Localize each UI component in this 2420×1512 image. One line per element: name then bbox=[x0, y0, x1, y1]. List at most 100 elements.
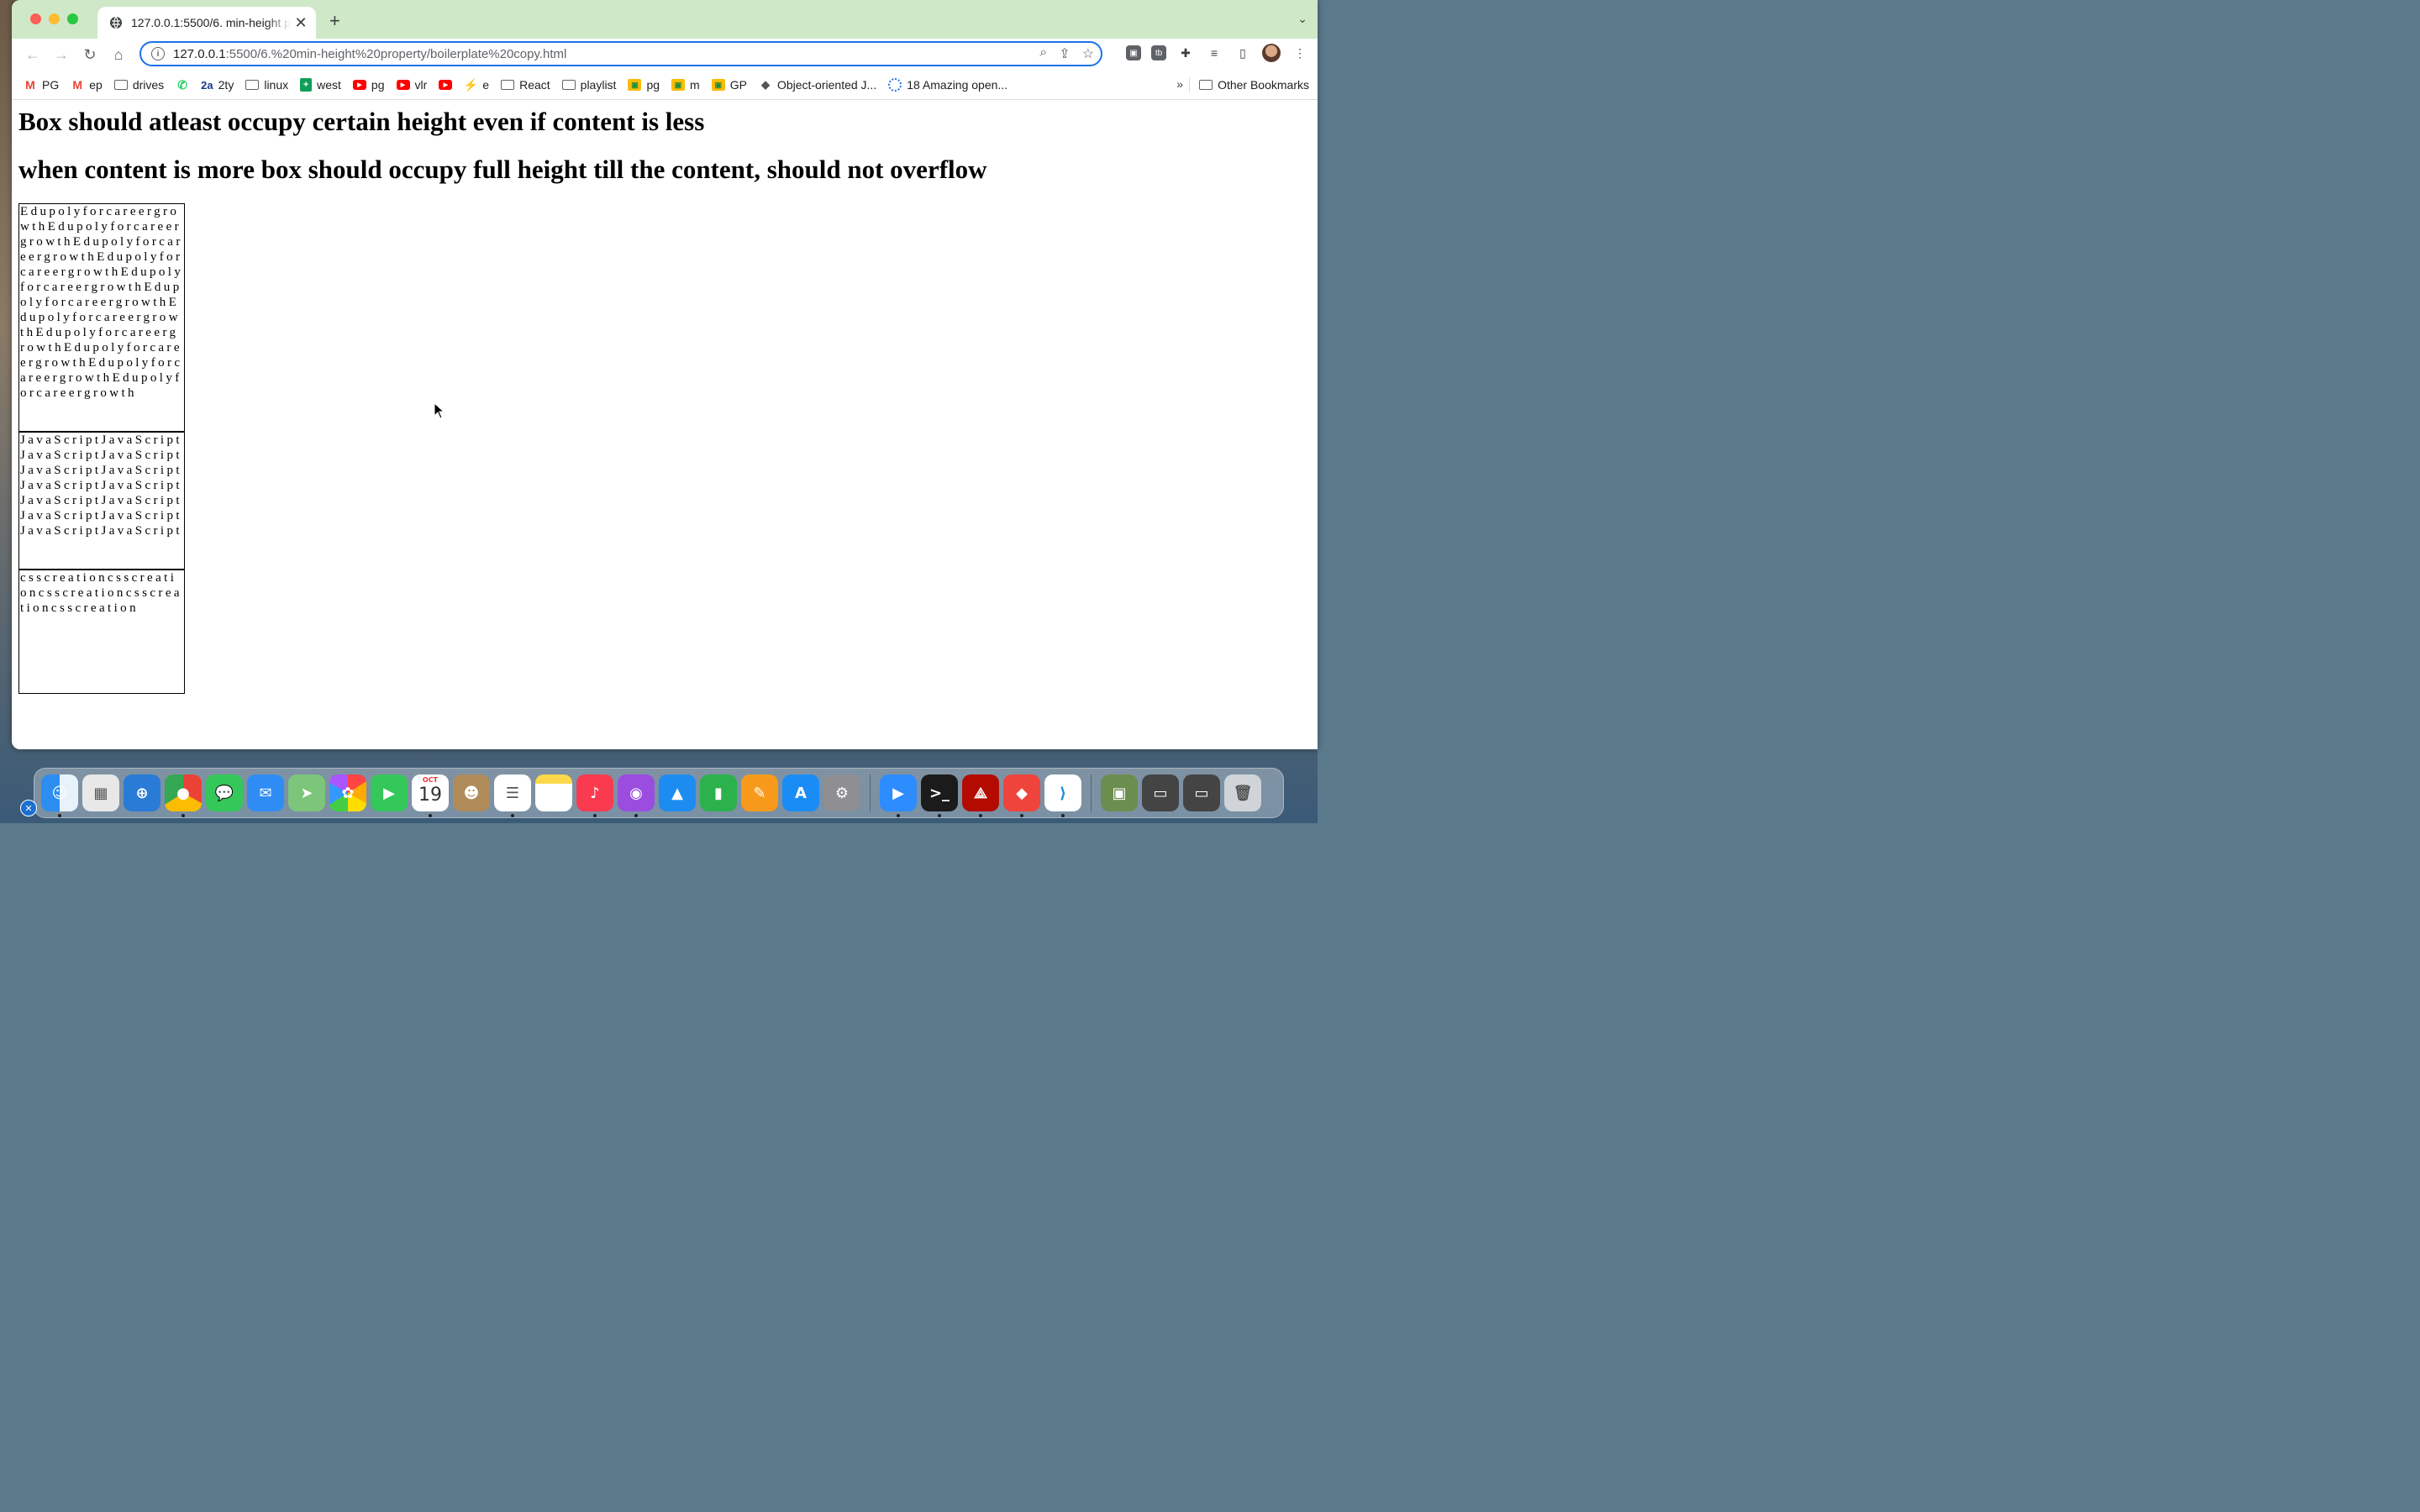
bookmark-star-icon[interactable]: ☆ bbox=[1082, 45, 1094, 62]
reload-icon[interactable]: ↻ bbox=[76, 41, 104, 68]
new-tab-button[interactable]: + bbox=[329, 10, 340, 32]
bookmark-label: React bbox=[519, 78, 550, 92]
screenshot-icon[interactable]: ▭ bbox=[1183, 774, 1220, 811]
home-icon[interactable]: ⌂ bbox=[104, 41, 133, 68]
bookmark-label: PG bbox=[42, 78, 60, 92]
tab-title: 127.0.0.1:5500/6. min-height p bbox=[131, 16, 291, 29]
profile-avatar[interactable] bbox=[1262, 44, 1281, 62]
bookmark-item[interactable]: ◆ Object-oriented J... bbox=[759, 78, 876, 92]
messages-icon[interactable]: 💬 bbox=[206, 774, 243, 811]
bookmark-item[interactable]: ▶ vlr bbox=[396, 78, 428, 92]
image-thumbnail-icon[interactable]: ▣ bbox=[1101, 774, 1138, 811]
url-host: 127.0.0.1 bbox=[173, 46, 226, 61]
extension-tb-icon[interactable]: tb bbox=[1151, 45, 1166, 60]
tab-strip: 127.0.0.1:5500/6. min-height p ✕ + ⌄ bbox=[12, 0, 1318, 39]
chrome-icon[interactable]: ● bbox=[165, 774, 202, 817]
media-controls-icon[interactable]: ≡ bbox=[1205, 44, 1223, 62]
music-icon[interactable]: ♪ bbox=[576, 774, 613, 817]
bookmark-item[interactable]: Mep bbox=[71, 78, 102, 92]
running-indicator bbox=[1061, 814, 1065, 817]
bookmarks-list: M PG Mep drives ✆ 2a 2ty linux + west ▶ pg ▶ vlr ▶ ⚡ e Re… bbox=[12, 78, 1007, 92]
photos-icon[interactable]: ✿ bbox=[329, 774, 366, 811]
bookmark-item[interactable]: ▣ pg bbox=[628, 78, 660, 92]
window-maximize-button[interactable] bbox=[67, 13, 78, 24]
bookmark-item[interactable]: ▶ bbox=[439, 80, 453, 90]
safari-icon[interactable]: ⊕ bbox=[124, 774, 160, 811]
side-panel-icon[interactable]: ▯ bbox=[1234, 44, 1252, 62]
app-store-icon[interactable]: A bbox=[782, 774, 819, 811]
gmail-icon: M bbox=[25, 78, 35, 92]
bookmark-item[interactable]: ▣ GP bbox=[711, 78, 747, 92]
corner-close-icon[interactable]: ✕ bbox=[20, 800, 37, 816]
bookmark-item[interactable]: ⚡ e bbox=[463, 77, 490, 92]
bookmarks-overflow-icon[interactable]: » bbox=[1176, 77, 1183, 91]
terminal-icon[interactable]: >_ bbox=[921, 774, 958, 817]
facetime-icon[interactable]: ▶ bbox=[371, 774, 408, 811]
running-indicator bbox=[979, 814, 982, 817]
tab-close-icon[interactable]: ✕ bbox=[291, 14, 311, 32]
podcasts-icon[interactable]: ◉ bbox=[618, 774, 655, 817]
classroom-icon: ▣ bbox=[628, 79, 642, 91]
window-close-button[interactable] bbox=[30, 13, 41, 24]
screenshot-icon[interactable]: ▭ bbox=[1142, 774, 1179, 811]
address-bar[interactable]: i 127.0.0.1:5500/6.%20min-height%20prope… bbox=[139, 41, 1102, 66]
bookmark-item[interactable]: M PG bbox=[24, 78, 59, 92]
extensions-area: ▣ tb ✚ ≡ ▯ ⋮ bbox=[1126, 44, 1309, 62]
more-menu-icon[interactable]: ⋮ bbox=[1291, 44, 1309, 62]
launchpad-icon[interactable]: ▦ bbox=[82, 774, 119, 811]
forward-arrow-icon[interactable]: → bbox=[47, 41, 76, 68]
bookmark-item[interactable]: playlist bbox=[561, 78, 616, 92]
gmail-icon: M bbox=[72, 78, 83, 92]
bookmark-item[interactable]: React bbox=[501, 78, 550, 92]
youtube-icon: ▶ bbox=[352, 80, 366, 90]
zoom-icon[interactable]: ▶ bbox=[880, 774, 917, 817]
bookmark-item[interactable]: ▶ pg bbox=[352, 78, 385, 92]
mail-icon[interactable]: ✉ bbox=[247, 774, 284, 811]
bookmark-item[interactable]: 18 Amazing open... bbox=[888, 78, 1007, 92]
2a-icon: 2a bbox=[201, 78, 213, 92]
tab-search-chevron-icon[interactable]: ⌄ bbox=[1297, 12, 1307, 26]
anydesk-icon[interactable]: ◆ bbox=[1003, 774, 1040, 817]
folder-icon bbox=[1199, 80, 1213, 90]
bolt-icon: ⚡ bbox=[463, 77, 478, 92]
globe-icon bbox=[110, 16, 122, 29]
page-heading-1: Box should atleast occupy certain height… bbox=[18, 107, 705, 136]
system-preferences-icon[interactable]: ⚙ bbox=[823, 774, 860, 811]
content-box-edupoly: EdupolyforcareergrowthEdupolyforcareergr… bbox=[18, 203, 185, 432]
share-icon[interactable]: ⇪ bbox=[1059, 45, 1070, 62]
running-indicator bbox=[897, 814, 900, 817]
extension-icon[interactable]: ▣ bbox=[1126, 45, 1141, 60]
numbers-icon[interactable]: ▮ bbox=[700, 774, 737, 811]
finder-icon[interactable]: ☺ bbox=[41, 774, 78, 817]
bookmark-item[interactable]: ✆ bbox=[176, 78, 189, 92]
window-minimize-button[interactable] bbox=[49, 13, 60, 24]
calendar-icon[interactable]: OCT 19 bbox=[412, 774, 449, 817]
puzzle-icon[interactable]: ✚ bbox=[1176, 44, 1195, 62]
bookmark-item[interactable]: + west bbox=[300, 78, 341, 92]
maps-icon[interactable]: ➤ bbox=[288, 774, 325, 811]
bookmark-item[interactable]: 2a 2ty bbox=[201, 78, 234, 92]
reminders-icon[interactable]: ☰ bbox=[494, 774, 531, 817]
bookmark-item[interactable]: ▣ m bbox=[671, 78, 700, 92]
classroom-icon: ▣ bbox=[671, 79, 686, 91]
tab-active[interactable]: 127.0.0.1:5500/6. min-height p ✕ bbox=[97, 7, 316, 39]
site-info-icon[interactable]: i bbox=[151, 47, 165, 60]
acrobat-icon[interactable]: ⟁ bbox=[962, 774, 999, 817]
folder-icon bbox=[501, 80, 515, 90]
contacts-icon[interactable]: ☻ bbox=[453, 774, 490, 811]
bookmark-label: west bbox=[317, 78, 341, 92]
bookmark-item[interactable]: linux bbox=[245, 78, 288, 92]
bookmark-item[interactable]: drives bbox=[113, 78, 164, 92]
classroom-icon: ▣ bbox=[711, 79, 725, 91]
pages-icon[interactable]: ✎ bbox=[741, 774, 778, 811]
running-indicator bbox=[938, 814, 941, 817]
trash-icon[interactable]: 🗑 bbox=[1224, 774, 1261, 811]
bookmark-label: vlr bbox=[414, 78, 428, 92]
keynote-icon[interactable]: ▲ bbox=[659, 774, 696, 811]
other-bookmarks-button[interactable]: Other Bookmarks bbox=[1199, 71, 1309, 99]
bookmark-label: 18 Amazing open... bbox=[907, 78, 1008, 92]
notes-icon[interactable] bbox=[535, 774, 572, 811]
vscode-icon[interactable]: ⟩ bbox=[1044, 774, 1081, 817]
zoom-icon[interactable]: ⌕ bbox=[1039, 45, 1047, 62]
back-arrow-icon[interactable]: ← bbox=[18, 41, 47, 68]
